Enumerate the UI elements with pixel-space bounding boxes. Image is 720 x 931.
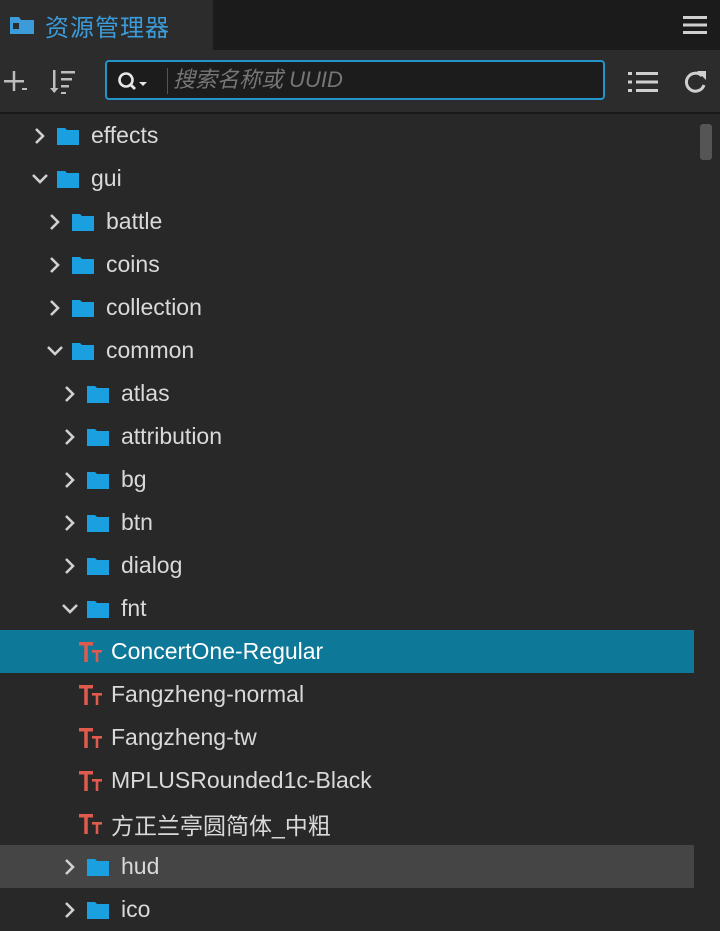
chevron-right-icon[interactable] xyxy=(43,253,67,277)
toolbar xyxy=(0,50,720,114)
tree-item-label: bg xyxy=(121,466,147,492)
tree-item-label: hud xyxy=(121,853,160,879)
tree-file-row[interactable]: Fangzheng-normal xyxy=(0,673,694,716)
refresh-icon[interactable] xyxy=(682,68,708,96)
tree-item-label: battle xyxy=(106,208,163,234)
folder-icon xyxy=(87,428,109,446)
sort-icon[interactable] xyxy=(50,67,82,97)
folder-icon xyxy=(10,17,34,34)
tree-item-label: btn xyxy=(121,509,153,535)
tree-item-label: coins xyxy=(106,251,160,277)
tree-item-label: dialog xyxy=(121,552,183,578)
folder-icon xyxy=(57,127,79,145)
font-file-icon xyxy=(73,683,107,707)
search-box[interactable] xyxy=(105,60,605,100)
tree-folder-row[interactable]: fnt xyxy=(0,587,694,630)
menu-icon[interactable] xyxy=(682,12,708,38)
chevron-right-icon[interactable] xyxy=(58,554,82,578)
font-file-icon xyxy=(73,726,107,750)
folder-icon xyxy=(72,342,94,360)
asset-tree: effects gui battle coins collection common atl… xyxy=(0,114,700,922)
chevron-right-icon[interactable] xyxy=(28,124,52,148)
tree-folder-row[interactable]: ico xyxy=(0,888,694,931)
tree-item-label: attribution xyxy=(121,423,223,449)
chevron-down-icon[interactable] xyxy=(43,339,67,363)
list-icon[interactable] xyxy=(628,70,660,94)
tree-folder-row[interactable]: attribution xyxy=(0,415,694,458)
font-file-icon xyxy=(73,769,107,793)
title-bar: 资源管理器 xyxy=(0,0,720,50)
folder-icon xyxy=(87,557,109,575)
chevron-right-icon[interactable] xyxy=(58,382,82,406)
chevron-right-icon[interactable] xyxy=(58,511,82,535)
folder-icon xyxy=(72,299,94,317)
tree-item-label: gui xyxy=(91,165,122,191)
search-input[interactable] xyxy=(173,64,593,96)
folder-icon xyxy=(72,213,94,231)
tree-folder-row[interactable]: coins xyxy=(0,243,694,286)
chevron-down-icon[interactable] xyxy=(58,597,82,621)
tree-file-row[interactable]: 方正兰亭圆简体_中粗 xyxy=(0,802,694,845)
scrollbar-thumb[interactable] xyxy=(700,124,712,160)
tree-folder-row[interactable]: effects xyxy=(0,114,694,157)
chevron-right-icon[interactable] xyxy=(43,210,67,234)
tree-folder-row[interactable]: collection xyxy=(0,286,694,329)
chevron-right-icon[interactable] xyxy=(58,855,82,879)
folder-icon xyxy=(87,514,109,532)
chevron-right-icon[interactable] xyxy=(58,898,82,922)
font-file-icon xyxy=(73,812,107,836)
folder-icon xyxy=(87,600,109,618)
font-file-icon xyxy=(73,640,107,664)
tree-item-label: effects xyxy=(91,122,159,148)
tree-folder-row[interactable]: common xyxy=(0,329,694,372)
tree-folder-row[interactable]: dialog xyxy=(0,544,694,587)
search-icon[interactable] xyxy=(117,70,151,92)
tree-item-label: collection xyxy=(106,294,202,320)
folder-icon xyxy=(87,385,109,403)
folder-icon xyxy=(87,858,109,876)
tree-item-label: ConcertOne-Regular xyxy=(111,638,324,664)
search-caret xyxy=(167,68,168,94)
tree-file-row[interactable]: ConcertOne-Regular xyxy=(0,630,694,673)
chevron-right-icon[interactable] xyxy=(58,468,82,492)
tree-item-label: Fangzheng-normal xyxy=(111,681,305,707)
tree-folder-row[interactable]: gui xyxy=(0,157,694,200)
tree-folder-row[interactable]: bg xyxy=(0,458,694,501)
add-icon[interactable] xyxy=(2,68,30,96)
chevron-right-icon[interactable] xyxy=(43,296,67,320)
panel-tab[interactable]: 资源管理器 xyxy=(0,0,213,50)
tree-file-row[interactable]: Fangzheng-tw xyxy=(0,716,694,759)
tree-item-label: fnt xyxy=(121,595,147,621)
tree-item-label: ico xyxy=(121,896,151,922)
tree-item-label: Fangzheng-tw xyxy=(111,724,257,750)
tree-folder-row[interactable]: atlas xyxy=(0,372,694,415)
panel-title: 资源管理器 xyxy=(45,14,170,42)
tree-folder-row[interactable]: hud xyxy=(0,845,694,888)
tree-folder-row[interactable]: battle xyxy=(0,200,694,243)
chevron-down-icon[interactable] xyxy=(28,167,52,191)
tree-item-label: atlas xyxy=(121,380,170,406)
folder-icon xyxy=(57,170,79,188)
tree-item-label: 方正兰亭圆简体_中粗 xyxy=(111,812,331,839)
tree-item-label: MPLUSRounded1c-Black xyxy=(111,767,372,793)
tree-item-label: common xyxy=(106,337,195,363)
tree-folder-row[interactable]: btn xyxy=(0,501,694,544)
folder-icon xyxy=(72,256,94,274)
folder-icon xyxy=(87,471,109,489)
chevron-right-icon[interactable] xyxy=(58,425,82,449)
tree-file-row[interactable]: MPLUSRounded1c-Black xyxy=(0,759,694,802)
folder-icon xyxy=(87,901,109,919)
